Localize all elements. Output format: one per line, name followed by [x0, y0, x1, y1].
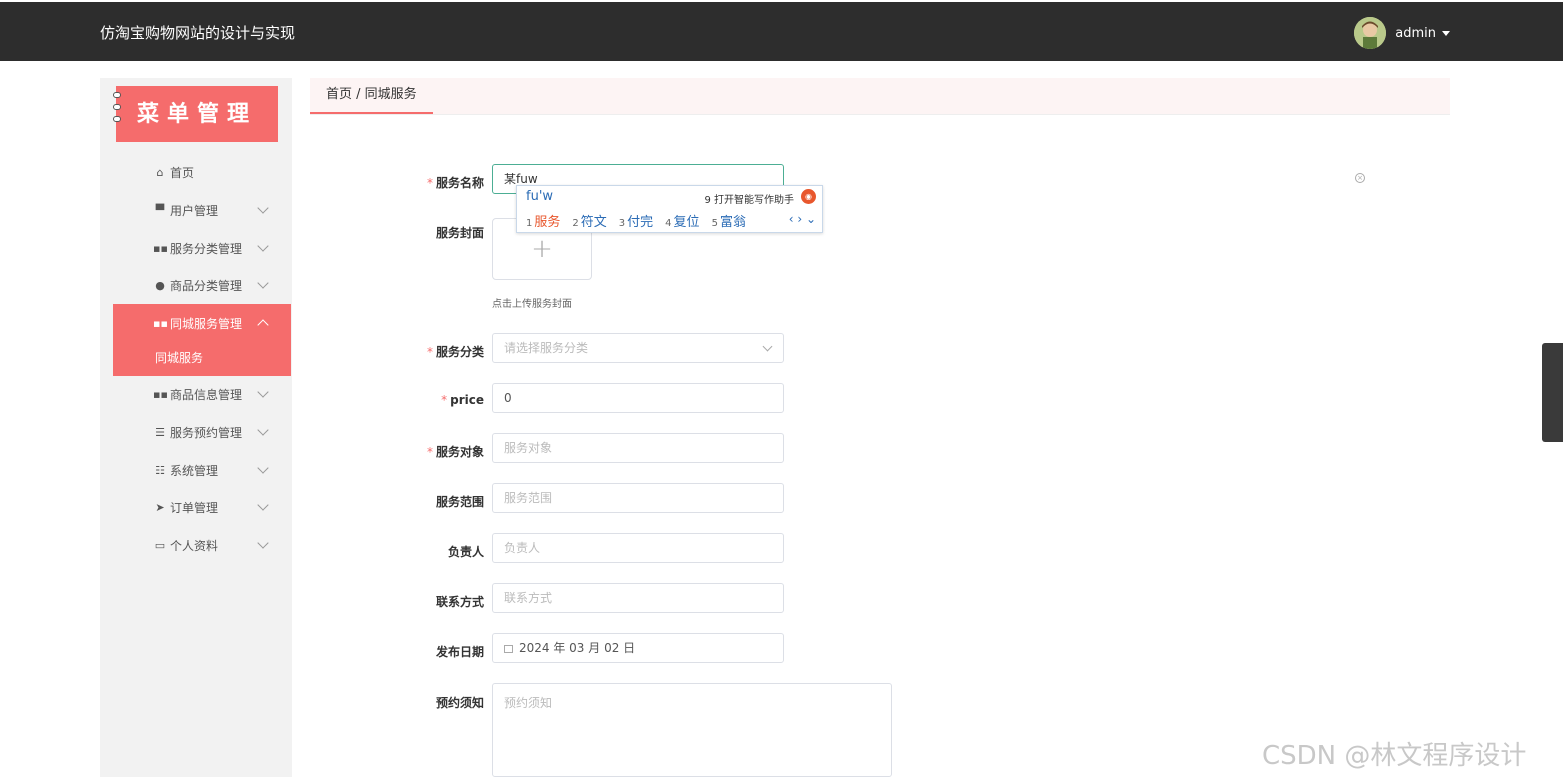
grid-icon: ▪▪: [153, 241, 168, 255]
chevron-down-icon: [257, 424, 269, 436]
ime-page-nav-icon[interactable]: ‹ › ⌄: [789, 212, 816, 226]
chevron-down-icon: [257, 537, 269, 549]
price-label: * price: [441, 393, 484, 407]
user-icon: ●: [155, 278, 165, 292]
sidebar-item-booking[interactable]: ☰ 服务预约管理: [113, 413, 291, 451]
chevron-down-icon: [257, 240, 269, 252]
chevron-down-icon: [257, 499, 269, 511]
sliders-icon: ☷: [155, 463, 165, 477]
category-select-placeholder: 请选择服务分类: [504, 341, 589, 355]
watermark: CSDN @林文程序设计: [1262, 741, 1527, 771]
home-icon: ⌂: [156, 165, 164, 179]
card-icon: ▭: [154, 538, 166, 552]
sidebar-item-label: 商品信息管理: [170, 387, 243, 402]
sidebar-item-orders[interactable]: ➤ 订单管理: [113, 488, 291, 526]
sidebar-subitem-city-service[interactable]: 同城服务: [113, 340, 291, 376]
chevron-down-icon: [257, 202, 269, 214]
sidebar-item-profile[interactable]: ▭ 个人资料: [113, 526, 291, 564]
ime-composition: fu'w: [526, 189, 554, 204]
sidebar-item-goods-info[interactable]: ▪▪ 商品信息管理: [113, 375, 291, 413]
sidebar-item-label: 订单管理: [170, 500, 219, 515]
clear-icon[interactable]: ×: [1355, 173, 1365, 183]
target-input[interactable]: 服务对象: [492, 433, 784, 463]
cover-upload-tip: 点击上传服务封面: [492, 299, 572, 310]
scope-input[interactable]: 服务范围: [492, 483, 784, 513]
sidebar-item-goods-category[interactable]: ● 商品分类管理: [113, 266, 291, 304]
target-label: * 服务对象: [426, 445, 484, 459]
ime-candidate[interactable]: 4 复位: [665, 211, 699, 230]
top-navbar: 仿淘宝购物网站的设计与实现 admin: [0, 0, 1563, 61]
grid-icon: ▪▪: [153, 316, 168, 330]
ime-logo-icon: ◉: [801, 189, 816, 204]
sidebar-item-label: 首页: [170, 165, 195, 180]
ime-candidates: 1 服务 2 符文 3 付完 4 复位 5 富翁: [526, 211, 758, 230]
sidebar-item-label: 同城服务管理: [170, 316, 243, 331]
user-name[interactable]: admin: [1395, 26, 1436, 41]
breadcrumb-bar: 首页 / 同城服务: [310, 78, 1450, 115]
ime-candidate[interactable]: 2 符文: [572, 211, 606, 230]
ime-candidate[interactable]: 5 富翁: [712, 211, 746, 230]
publish-date-label: 发布日期: [435, 645, 484, 659]
category-select[interactable]: 请选择服务分类: [492, 333, 784, 363]
notice-label: 预约须知: [435, 696, 484, 710]
user-menu[interactable]: admin: [1354, 17, 1450, 49]
sidebar-item-users[interactable]: ▀ 用户管理: [113, 191, 291, 229]
ime-candidate[interactable]: 1 服务: [526, 211, 560, 230]
sidebar-item-label: 服务预约管理: [170, 425, 243, 440]
sidebar-item-label: 用户管理: [170, 203, 219, 218]
owner-label: 负责人: [447, 545, 484, 559]
scope-label: 服务范围: [435, 495, 484, 509]
site-title: 仿淘宝购物网站的设计与实现: [100, 24, 296, 42]
notice-textarea[interactable]: 预约须知: [492, 683, 892, 777]
sidebar-item-label: 商品分类管理: [170, 278, 243, 293]
sidebar-item-city-service[interactable]: ▪▪ 同城服务管理: [113, 304, 291, 342]
chevron-down-icon: [762, 341, 773, 352]
ime-writing-assistant[interactable]: 9 打开智能写作助手: [704, 191, 794, 206]
user-avatar-icon[interactable]: [1354, 17, 1387, 49]
price-input[interactable]: 0: [492, 383, 784, 413]
side-panel-handle[interactable]: [1542, 343, 1563, 442]
ime-candidate[interactable]: 3 付完: [619, 211, 653, 230]
sidebar-item-label: 系统管理: [170, 463, 219, 478]
publish-date-picker[interactable]: 2024 年 03 月 02 日: [492, 633, 784, 663]
sidebar-item-system[interactable]: ☷ 系统管理: [113, 451, 291, 489]
chevron-down-icon: [257, 386, 269, 398]
sidebar-item-service-category[interactable]: ▪▪ 服务分类管理: [113, 229, 291, 267]
menu-banner: 菜单管理: [113, 86, 278, 142]
sidebar-item-home[interactable]: ⌂ 首页: [113, 153, 291, 191]
grid-icon: ▪▪: [153, 387, 168, 401]
list-icon: ☰: [155, 425, 165, 439]
cover-label: 服务封面: [435, 226, 484, 240]
category-label: * 服务分类: [426, 345, 484, 359]
chevron-up-icon: [257, 319, 269, 331]
plus-icon: +: [531, 234, 553, 264]
publish-date-value: 2024 年 03 月 02 日: [519, 641, 636, 655]
chevron-down-icon: [257, 277, 269, 289]
caret-down-icon[interactable]: [1442, 30, 1450, 36]
service-name-label: * 服务名称: [426, 176, 484, 190]
sidebar-item-label: 个人资料: [170, 538, 219, 553]
ime-candidate-popup: fu'w 9 打开智能写作助手 ◉ 1 服务 2 符文 3 付完 4 复位 5 富翁 ‹ …: [516, 185, 823, 233]
contact-label: 联系方式: [435, 595, 484, 609]
sidebar-item-label: 服务分类管理: [170, 241, 243, 256]
breadcrumb[interactable]: 首页 / 同城服务: [310, 78, 433, 114]
owner-input[interactable]: 负责人: [492, 533, 784, 563]
send-icon: ➤: [155, 500, 165, 514]
contact-input[interactable]: 联系方式: [492, 583, 784, 613]
calendar-icon: [504, 644, 513, 653]
sidebar: 菜单管理 ⌂ 首页 ▀ 用户管理 ▪▪ 服务分类管理 ● 商品分类管理 ▪▪ 同…: [100, 78, 292, 777]
menu-banner-title: 菜单管理: [136, 101, 257, 127]
chevron-down-icon: [257, 462, 269, 474]
monitor-icon: ▀: [155, 203, 165, 217]
